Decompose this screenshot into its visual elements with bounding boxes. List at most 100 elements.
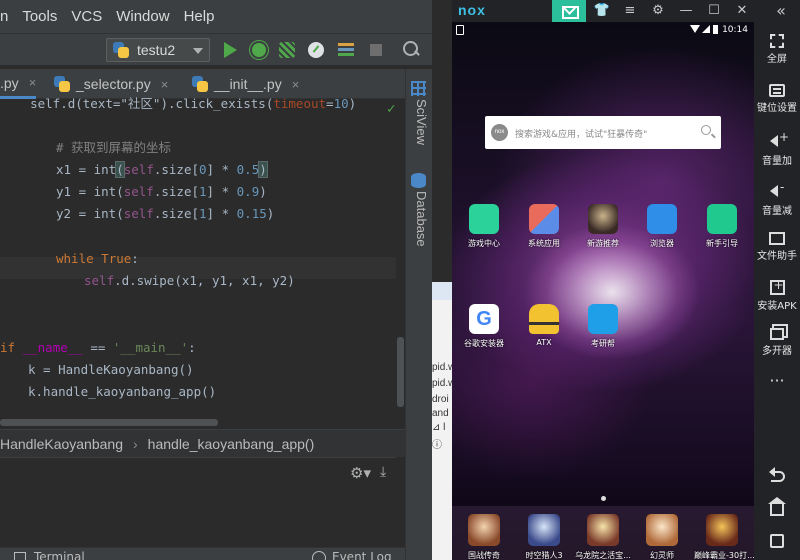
download-icon[interactable]: ⤓ [380, 464, 386, 480]
log-line: ⊿ l [432, 422, 446, 433]
file-helper-icon [769, 232, 785, 245]
dock-app-3[interactable]: 乌龙院之活宝... [575, 514, 631, 560]
editor-horizontal-scrollbar[interactable] [0, 417, 396, 427]
search-icon[interactable] [701, 125, 711, 135]
maximize-icon[interactable]: ☐ [705, 2, 723, 20]
tab-label: _selector.py [76, 76, 151, 92]
scrollbar-thumb[interactable] [397, 337, 404, 407]
collapse-sidebar-icon[interactable]: « [772, 2, 790, 20]
skin-icon[interactable]: 👕 [593, 2, 611, 20]
database-tab[interactable]: Database [409, 191, 429, 247]
home-button[interactable] [754, 497, 800, 516]
gear-icon[interactable]: ⚙▾ [350, 464, 374, 482]
search-icon[interactable] [401, 40, 421, 60]
log-line: ⓘ [432, 440, 442, 451]
breadcrumb-class[interactable]: HandleKaoyanbang [0, 436, 123, 452]
close-icon[interactable]: ✕ [733, 2, 751, 20]
app-label: 幻灵师 [650, 551, 674, 560]
more-button[interactable]: ··· [754, 371, 800, 394]
terminal-icon [14, 552, 26, 560]
recent-apps-button[interactable] [754, 534, 800, 548]
app-beginner-guide[interactable]: 新手引导 [694, 204, 750, 249]
nox-emulator-window: nox 👕 ≡ ⚙ — ☐ ✕ « 10:14 nox 搜索游戏&应用，试试"狂… [452, 0, 800, 560]
close-icon[interactable]: × [161, 77, 169, 92]
close-icon[interactable]: × [29, 75, 37, 90]
pycharm-window: n Tools VCS Window Help testu2 .py × _se… [0, 0, 432, 560]
stop-icon[interactable] [366, 40, 386, 60]
app-new-games[interactable]: 新游推荐 [575, 204, 631, 249]
dock-app-4[interactable]: 幻灵师 [634, 514, 690, 560]
recent-apps-icon [770, 534, 784, 548]
dock-app-2[interactable]: 时空猎人3 [516, 514, 572, 560]
install-apk-icon [769, 278, 785, 295]
multi-instance-button[interactable]: 多开器 [754, 328, 800, 357]
fullscreen-button[interactable]: 全屏 [754, 34, 800, 65]
menu-item-run[interactable]: n [0, 8, 8, 25]
right-tool-strip: SciView Database [405, 69, 432, 560]
menu-item-help[interactable]: Help [184, 8, 215, 25]
app-kaoyanbang[interactable]: 考研帮 [575, 304, 631, 349]
app-browser[interactable]: 浏览器 [634, 204, 690, 249]
file-helper-button[interactable]: 文件助手 [754, 232, 800, 262]
sciview-tab[interactable]: SciView [409, 99, 429, 145]
volume-up-icon [768, 130, 789, 150]
background-window: pid.w pid.w droi and ⊿ l ⓘ [432, 0, 452, 560]
nox-logo: nox [458, 2, 486, 18]
more-icon: ··· [769, 371, 785, 390]
dock-app-5[interactable]: 巅峰霸业-30打... [694, 514, 754, 560]
terminal-tab[interactable]: Terminal [34, 550, 85, 560]
app-atx[interactable]: ATX [516, 304, 572, 347]
game-icon [706, 514, 738, 546]
scrollbar-thumb[interactable] [0, 419, 218, 426]
android-screen[interactable]: 10:14 nox 搜索游戏&应用，试试"狂暴传奇" 游戏中心 系统应用 新游推… [452, 22, 754, 560]
new-games-icon [588, 204, 618, 234]
dock-app-1[interactable]: 国战传奇 [456, 514, 512, 560]
search-input[interactable]: nox 搜索游戏&应用，试试"狂暴传奇" [485, 116, 721, 149]
run-configuration-label: testu2 [137, 42, 176, 58]
volume-down-button[interactable]: 音量减 [754, 180, 800, 217]
menu-item-window[interactable]: Window [116, 8, 169, 25]
menu-item-tools[interactable]: Tools [22, 8, 57, 25]
run-icon[interactable] [221, 40, 241, 60]
python-file-icon [54, 76, 70, 92]
breadcrumb: HandleKaoyanbang › handle_kaoyanbang_app… [0, 429, 405, 457]
app-google-installer[interactable]: G 谷歌安装器 [456, 304, 512, 349]
keymap-button[interactable]: 键位设置 [754, 84, 800, 114]
system-apps-icon [529, 204, 559, 234]
event-log-tab[interactable]: Event Log [332, 550, 392, 560]
debug-icon[interactable] [249, 40, 269, 60]
search-placeholder: 搜索游戏&应用，试试"狂暴传奇" [515, 130, 648, 140]
close-icon[interactable]: × [292, 77, 300, 92]
status-time: 10:14 [722, 25, 748, 35]
sidebar-label: 音量减 [762, 206, 792, 217]
profile-icon[interactable] [306, 40, 326, 60]
breadcrumb-method[interactable]: handle_kaoyanbang_app() [148, 436, 315, 452]
python-icon [113, 42, 129, 58]
tool-window-bar: Terminal Event Log [0, 547, 405, 560]
editor-vertical-scrollbar[interactable] [396, 99, 405, 560]
build-icon[interactable] [336, 40, 356, 60]
menu-icon[interactable]: ≡ [621, 2, 639, 20]
app-label: ATX [536, 338, 552, 347]
coverage-icon[interactable] [277, 40, 297, 60]
code-line: x1 = int(self.size[0] * 0.5) [56, 161, 268, 178]
minimize-icon[interactable]: — [677, 2, 695, 20]
volume-up-button[interactable]: 音量加 [754, 130, 800, 167]
app-label: 巅峰霸业-30打... [694, 551, 754, 560]
mail-icon[interactable] [552, 0, 586, 22]
run-configuration-dropdown[interactable]: testu2 [106, 38, 210, 62]
background-window-content [432, 282, 452, 560]
code-editor[interactable]: self.d(text="社区").click_exists(timeout=1… [0, 96, 396, 417]
app-system-apps[interactable]: 系统应用 [516, 204, 572, 249]
log-line: pid.w [432, 362, 452, 373]
menu-item-vcs[interactable]: VCS [71, 8, 102, 25]
back-button[interactable] [754, 466, 800, 484]
sidebar-label: 音量加 [762, 156, 792, 167]
gear-icon[interactable]: ⚙ [649, 2, 667, 20]
code-line: while True: [56, 251, 139, 266]
install-apk-button[interactable]: 安装APK [754, 278, 800, 312]
game-icon [587, 514, 619, 546]
sidebar-label: 文件助手 [757, 251, 797, 262]
code-line: k.handle_kaoyanbang_app() [28, 384, 217, 399]
app-game-center[interactable]: 游戏中心 [456, 204, 512, 249]
